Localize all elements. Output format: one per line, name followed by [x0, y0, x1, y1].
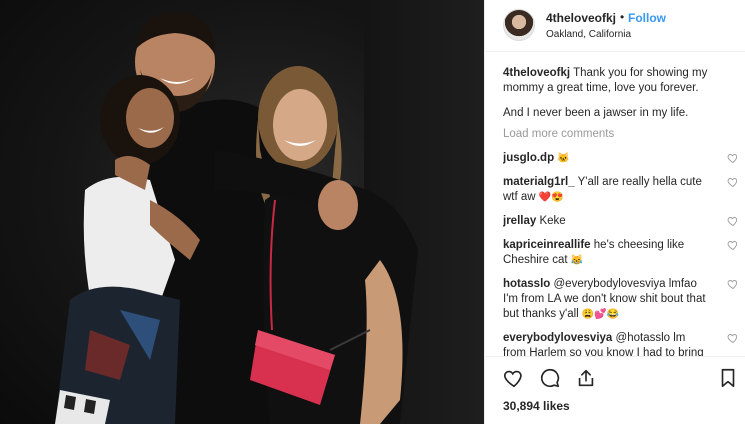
post-side-panel: 4theloveofkj • Follow Oakland, Californi… [484, 0, 745, 424]
photo-illustration [55, 11, 418, 424]
likes-count[interactable]: 30,894 likes [503, 399, 570, 413]
comment-username[interactable]: kapriceinreallife [503, 239, 591, 251]
comment-username[interactable]: materialg1rl_ [503, 176, 575, 188]
heart-icon[interactable] [727, 215, 739, 227]
heart-icon[interactable] [727, 278, 739, 290]
heart-icon[interactable] [503, 367, 525, 389]
comment-icon[interactable] [539, 367, 561, 389]
comment-username[interactable]: jrellay [503, 215, 536, 227]
share-icon[interactable] [575, 367, 597, 389]
post-photo [0, 0, 484, 424]
load-more-comments-button[interactable]: Load more comments [503, 127, 741, 142]
comment-username[interactable]: hotasslo [503, 278, 550, 290]
comment-item: materialg1rl_ Y'all are really hella cut… [503, 175, 741, 205]
post-location[interactable]: Oakland, California [546, 29, 631, 40]
post-header: 4theloveofkj • Follow Oakland, Californi… [485, 0, 745, 52]
heart-icon[interactable] [727, 332, 739, 344]
post-actions: 30,894 likes [485, 356, 745, 424]
follow-button[interactable]: Follow [628, 11, 666, 25]
avatar[interactable] [503, 9, 535, 41]
separator-dot: • [620, 10, 625, 24]
comment-username[interactable]: everybodylovesviya [503, 332, 612, 344]
post-username[interactable]: 4theloveofkj [546, 11, 616, 25]
comment-item: jrellay Keke [503, 214, 741, 229]
heart-icon[interactable] [727, 176, 739, 188]
comment-emoji: 😩💕😂 [581, 309, 620, 320]
comment-text: Keke [539, 215, 566, 227]
comment-emoji: 🐱 [557, 153, 570, 164]
caption-text-2: And I never been a jawser in my life. [503, 107, 689, 119]
heart-icon[interactable] [727, 239, 739, 251]
heart-icon[interactable] [727, 152, 739, 164]
bookmark-icon[interactable] [717, 367, 739, 389]
comment-emoji: 😹 [570, 255, 584, 266]
comments-list: 4theloveofkj Thank you for showing my mo… [503, 66, 741, 356]
comment-item: jusglo.dp 🐱 [503, 151, 741, 166]
caption: 4theloveofkj Thank you for showing my mo… [503, 66, 741, 96]
comment-item: everybodylovesviya @hotasslo lm from Har… [503, 331, 741, 356]
comment-username[interactable]: jusglo.dp [503, 152, 554, 164]
comment-item: hotasslo @everybodylovesviya lmfao I'm f… [503, 277, 741, 322]
comment-item: kapriceinreallife he's cheesing like Che… [503, 238, 741, 268]
comment-emoji: ❤️😍 [538, 192, 564, 203]
caption-continued: And I never been a jawser in my life. [503, 106, 741, 121]
caption-username[interactable]: 4theloveofkj [503, 67, 570, 79]
